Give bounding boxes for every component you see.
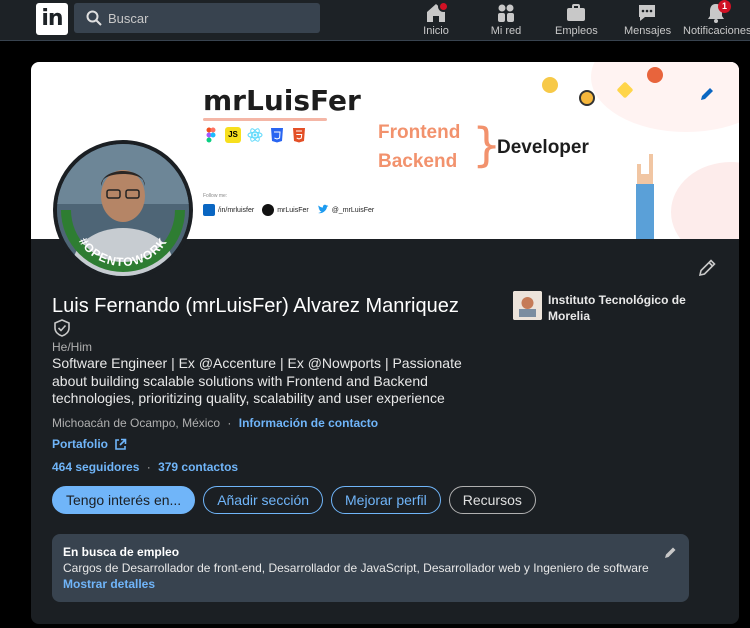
nav-item-label: Mensajes [624, 25, 672, 37]
bell-icon: 1 [705, 0, 731, 24]
profile-card: mrLuisFer JS Frontend Backend } Develope… [31, 62, 739, 624]
svg-text:#OPENTOWORK: #OPENTOWORK [76, 235, 170, 270]
connections-link[interactable]: 379 contactos [158, 460, 238, 474]
portfolio-link[interactable]: Portafolio [52, 437, 127, 451]
banner-social-twitter: @_mrLuisFer [317, 204, 375, 216]
search-icon [86, 10, 102, 26]
github-icon [262, 204, 275, 216]
banner-decoration [671, 162, 739, 239]
briefcase-icon [565, 2, 587, 24]
banner-social-linkedin: /in/mrluisfer [203, 204, 254, 216]
portfolio-label: Portafolio [52, 437, 108, 451]
banner-role-developer: Developer [497, 137, 589, 158]
home-icon [425, 1, 449, 24]
banner-role-backend: Backend [378, 151, 458, 172]
banner-socials: /in/mrluisfer mrLuisFer @_mrLuisFer [203, 204, 374, 216]
sunglasses-emoji-icon [579, 90, 595, 106]
show-details-link[interactable]: Mostrar detalles [63, 577, 678, 591]
profile-actions: Tengo interés en... Añadir sección Mejor… [52, 486, 536, 514]
avatar: #OPENTOWORK [57, 144, 189, 276]
banner-underline [203, 118, 327, 121]
search-input[interactable] [108, 3, 308, 33]
open-to-work-description: Cargos de Desarrollador de front-end, De… [63, 561, 649, 575]
separator: · [146, 460, 151, 474]
open-to-work-title: En busca de empleo [63, 545, 180, 559]
html5-icon [291, 127, 307, 143]
open-to-work-ring-label: #OPENTOWORK [76, 235, 169, 270]
separator: · [227, 416, 232, 430]
edit-banner-icon[interactable] [699, 86, 715, 102]
network-icon [495, 2, 517, 24]
nav-item-label: Notificaciones [683, 25, 750, 37]
search-box[interactable] [74, 3, 320, 33]
open-to-work-ring: #OPENTOWORK [61, 210, 185, 272]
react-icon [247, 127, 263, 143]
rock-hand-icon [636, 154, 654, 239]
education-entry[interactable]: Instituto Tecnológico de Morelia [513, 291, 698, 324]
profile-name: Luis Fernando (mrLuisFer) Alvarez Manriq… [52, 295, 459, 317]
social-handle: /in/mrluisfer [218, 206, 255, 214]
banner-social-github: mrLuisFer [262, 204, 309, 216]
nav-item-notifications[interactable]: 1 Notificaciones [683, 0, 750, 41]
edit-intro-icon[interactable] [697, 258, 717, 278]
enhance-profile-button[interactable]: Mejorar perfil [331, 486, 441, 514]
open-to-button[interactable]: Tengo interés en... [52, 486, 196, 514]
contact-info-link[interactable]: Información de contacto [239, 416, 378, 430]
nav-item-label: Mi red [490, 25, 522, 37]
basketball-icon [647, 67, 663, 83]
nav-item-network[interactable]: Mi red [488, 0, 524, 41]
js-icon: JS [225, 127, 241, 143]
top-navigation: in Inicio Mi red Empleos Mensajes [0, 0, 750, 41]
profile-photo[interactable]: #OPENTOWORK [53, 140, 193, 280]
social-handle: @_mrLuisFer [331, 206, 375, 214]
laughing-emoji-icon [542, 77, 558, 93]
linkedin-logo[interactable]: in [36, 3, 68, 35]
school-name: Instituto Tecnológico de Morelia [548, 293, 686, 323]
notification-dot [438, 1, 449, 12]
figma-icon [203, 127, 219, 143]
twitter-icon [317, 204, 329, 214]
profile-headline: Software Engineer | Ex @Accenture | Ex @… [52, 355, 462, 406]
banner-role-frontend: Frontend [378, 122, 461, 143]
verified-shield-icon[interactable] [53, 319, 71, 337]
profile-location: Michoacán de Ocampo, México [52, 416, 221, 430]
school-logo [513, 291, 542, 320]
banner-follow-label: Follow me: [203, 193, 228, 199]
linkedin-icon [203, 204, 215, 216]
social-handle: mrLuisFer [277, 206, 309, 214]
tech-badges: JS [203, 127, 307, 145]
chat-icon [636, 2, 658, 24]
followers-link[interactable]: 464 seguidores [52, 460, 139, 474]
nav-item-jobs[interactable]: Empleos [555, 0, 598, 41]
banner-brand-title: mrLuisFer [203, 84, 361, 117]
edit-open-to-work-icon[interactable] [663, 546, 677, 560]
nav-item-label: Inicio [423, 25, 449, 37]
banner-decoration [591, 62, 739, 132]
css3-icon [269, 127, 285, 143]
nav-item-label: Empleos [555, 25, 598, 37]
nav-item-messages[interactable]: Mensajes [624, 0, 672, 41]
notification-count-badge: 1 [718, 0, 731, 13]
profile-location-row: Michoacán de Ocampo, México · Informació… [52, 416, 378, 430]
profile-pronouns: He/Him [52, 340, 93, 354]
external-link-icon [115, 438, 127, 450]
nav-item-home[interactable]: Inicio [420, 0, 452, 41]
open-to-work-panel: En busca de empleo Cargos de Desarrollad… [52, 534, 689, 602]
resources-button[interactable]: Recursos [448, 486, 536, 514]
profile-stats: 464 seguidores · 379 contactos [52, 460, 238, 474]
add-section-button[interactable]: Añadir sección [203, 486, 324, 514]
